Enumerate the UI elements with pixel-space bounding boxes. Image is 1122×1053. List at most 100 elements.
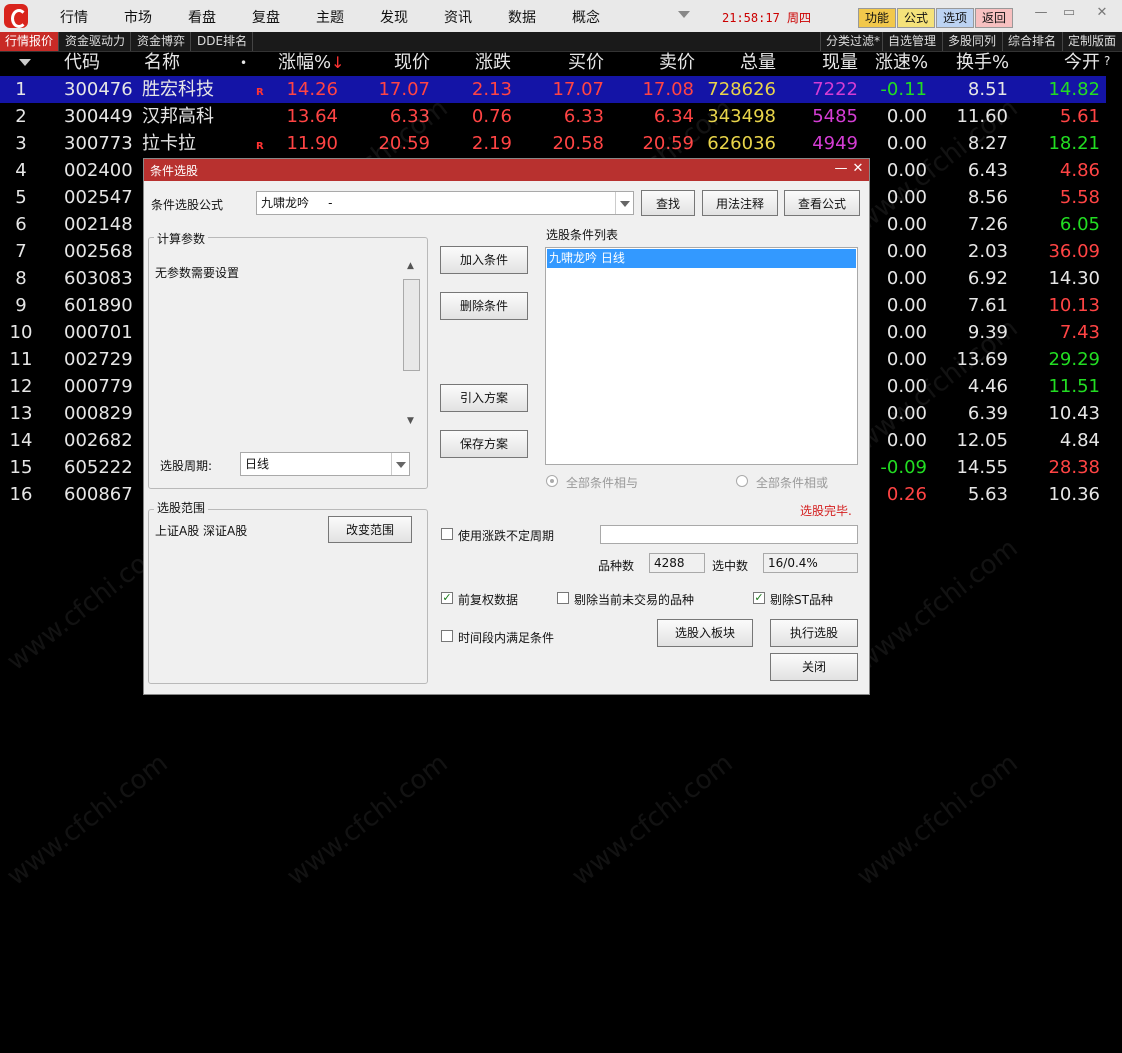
period-select[interactable]: 日线	[240, 452, 410, 476]
radio-all-or[interactable]	[736, 475, 748, 487]
row-index: 4	[15, 160, 27, 181]
header-current-vol[interactable]: 现量	[822, 52, 858, 74]
cell-speed: -0.11	[880, 79, 927, 100]
radio-all-or-label: 全部条件相或	[756, 476, 829, 490]
tab-fund-game[interactable]: 资金博弈	[132, 32, 192, 51]
scroll-up-icon[interactable]: ▲	[407, 261, 414, 271]
period-select-value: 日线	[245, 457, 270, 471]
close-button[interactable]: 关闭	[770, 653, 858, 681]
header-change[interactable]: 涨跌	[475, 52, 511, 74]
exclude-untraded-label: 剔除当前未交易的品种	[574, 593, 695, 607]
cell-code: 603083	[64, 268, 133, 289]
tab-dde-rank[interactable]: DDE排名	[192, 32, 254, 51]
cell-turnover: 6.92	[967, 268, 1008, 289]
condition-screen-dialog: 条件选股 — ✕ 条件选股公式 九啸龙吟 - 查找 用法注释 查看公式 计算参数…	[143, 158, 870, 695]
scroll-down-icon[interactable]: ▼	[407, 416, 414, 426]
header-bid[interactable]: 买价	[568, 52, 604, 74]
watermark-text: www.cfchi.com	[851, 748, 1024, 892]
app-logo-icon[interactable]	[4, 4, 28, 28]
condition-list[interactable]: 九啸龙吟 日线	[545, 247, 858, 465]
column-menu-icon[interactable]	[19, 59, 31, 66]
change-range-button[interactable]: 改变范围	[328, 516, 412, 543]
tab-multi-stock[interactable]: 多股同列	[942, 32, 1001, 51]
cell-speed: -0.09	[880, 457, 927, 478]
find-button[interactable]: 查找	[641, 190, 695, 216]
header-open[interactable]: 今开	[1064, 52, 1100, 74]
header-turnover[interactable]: 换手%	[956, 52, 1009, 74]
menu-market[interactable]: 市场	[124, 7, 152, 27]
exclude-st-checkbox[interactable]: ✓	[753, 592, 765, 604]
header-code[interactable]: 代码	[64, 52, 100, 74]
cell-bid: 6.33	[563, 106, 604, 127]
minimize-icon[interactable]: —	[1033, 5, 1049, 21]
cell-turnover: 8.56	[967, 187, 1008, 208]
chevron-down-icon[interactable]	[615, 192, 633, 214]
tab-fund-drive[interactable]: 资金驱动力	[60, 32, 132, 51]
cell-r-badge: R	[256, 87, 264, 98]
header-speed[interactable]: 涨速%	[875, 52, 928, 74]
delete-condition-button[interactable]: 删除条件	[440, 292, 528, 320]
pre-adjust-checkbox[interactable]: ✓	[441, 592, 453, 604]
tab-quotes[interactable]: 行情报价	[0, 32, 60, 51]
row-index: 10	[9, 322, 33, 343]
header-name[interactable]: 名称	[144, 52, 180, 74]
execute-button[interactable]: 执行选股	[770, 619, 858, 647]
table-row[interactable]: 2 300449 汉邦高科 13.64 6.33 0.76 6.33 6.34 343498 54…	[0, 103, 1106, 130]
header-pct-change[interactable]: 涨幅%	[278, 52, 331, 74]
options-button[interactable]: 选项	[936, 8, 974, 28]
menu-concept[interactable]: 概念	[572, 7, 600, 27]
function-button[interactable]: 功能	[858, 8, 896, 28]
menu-data[interactable]: 数据	[508, 7, 536, 27]
add-condition-button[interactable]: 加入条件	[440, 246, 528, 274]
close-icon[interactable]: ✕	[1094, 5, 1110, 21]
usage-notes-button[interactable]: 用法注释	[702, 190, 778, 216]
uncertain-period-input[interactable]	[600, 525, 858, 544]
exclude-untraded-checkbox[interactable]	[557, 592, 569, 604]
formula-select-value: 九啸龙吟 -	[261, 196, 333, 210]
to-block-button[interactable]: 选股入板块	[657, 619, 753, 647]
dialog-close-icon[interactable]: ✕	[851, 161, 865, 177]
save-plan-button[interactable]: 保存方案	[440, 430, 528, 458]
menu-replay[interactable]: 复盘	[252, 7, 280, 27]
tab-custom-layout[interactable]: 定制版面	[1062, 32, 1121, 51]
tab-watchlist[interactable]: 自选管理	[882, 32, 941, 51]
help-icon[interactable]: ?	[1104, 50, 1110, 72]
params-scrollbar[interactable]: ▲ ▼	[402, 256, 422, 430]
cell-change: 2.13	[471, 79, 512, 100]
cell-open: 7.43	[1059, 322, 1100, 343]
formula-button[interactable]: 公式	[897, 8, 935, 28]
dialog-title-bar[interactable]: 条件选股 — ✕	[144, 159, 869, 181]
header-price[interactable]: 现价	[394, 52, 430, 74]
import-plan-button[interactable]: 引入方案	[440, 384, 528, 412]
time-within-checkbox[interactable]	[441, 630, 453, 642]
condition-list-item[interactable]: 九啸龙吟 日线	[547, 249, 856, 268]
table-row[interactable]: 1 300476 胜宏科技 R 14.26 17.07 2.13 17.07 17.08 7286…	[0, 76, 1106, 103]
period-chevron-down-icon[interactable]	[391, 453, 409, 475]
cell-code: 000701	[64, 322, 133, 343]
cell-code: 002148	[64, 214, 133, 235]
formula-select[interactable]: 九啸龙吟 -	[256, 191, 634, 215]
header-ask[interactable]: 卖价	[659, 52, 695, 74]
radio-all-and[interactable]	[546, 475, 558, 487]
count-label: 品种数	[598, 559, 635, 573]
row-index: 1	[15, 79, 27, 100]
use-uncertain-checkbox[interactable]	[441, 528, 453, 540]
cell-turnover: 7.26	[967, 214, 1008, 235]
menu-watch[interactable]: 看盘	[188, 7, 216, 27]
row-index: 8	[15, 268, 27, 289]
menu-theme[interactable]: 主题	[316, 7, 344, 27]
restore-icon[interactable]: ▭	[1061, 5, 1077, 21]
menu-discover[interactable]: 发现	[380, 7, 408, 27]
exclude-st-label: 剔除ST品种	[770, 593, 833, 607]
scroll-thumb[interactable]	[403, 279, 420, 371]
back-button[interactable]: 返回	[975, 8, 1013, 28]
header-volume[interactable]: 总量	[740, 52, 776, 74]
menu-news[interactable]: 资讯	[444, 7, 472, 27]
menu-more-icon[interactable]	[678, 11, 690, 18]
dialog-title: 条件选股	[150, 164, 199, 178]
tab-composite-rank[interactable]: 综合排名	[1002, 32, 1061, 51]
menu-quotes[interactable]: 行情	[60, 7, 88, 27]
tab-category-filter[interactable]: 分类过滤*	[820, 32, 885, 51]
view-formula-button[interactable]: 查看公式	[784, 190, 860, 216]
dialog-minimize-icon[interactable]: —	[834, 161, 848, 177]
